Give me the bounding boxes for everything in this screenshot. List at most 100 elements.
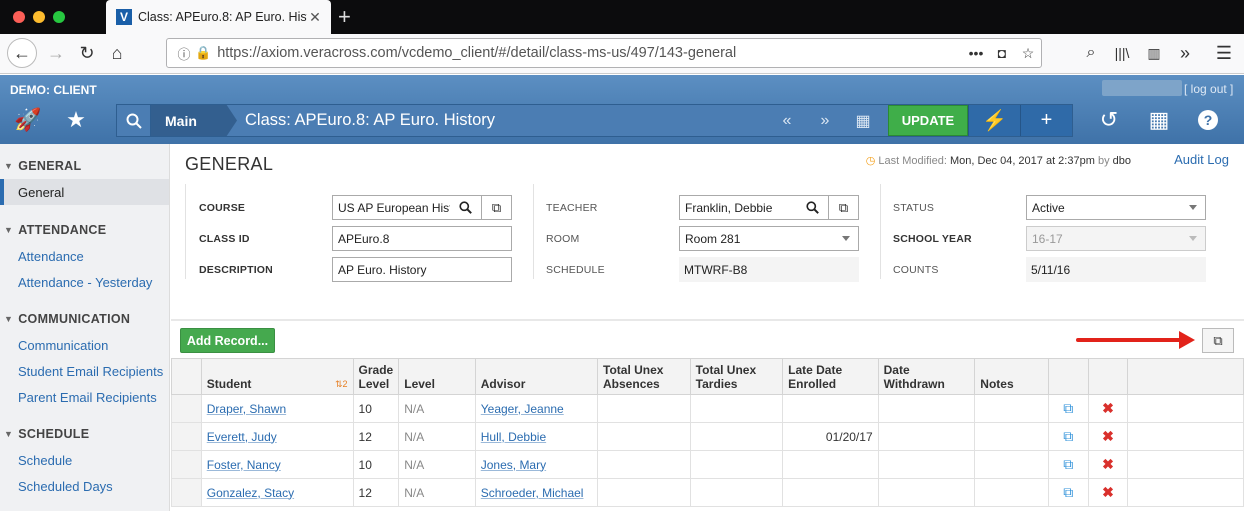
logout-link[interactable]: [ log out ] bbox=[1184, 82, 1233, 96]
sidebar-section-communication[interactable]: ▼ COMMUNICATION bbox=[0, 306, 169, 332]
delete-record-icon[interactable]: ✖ bbox=[1087, 478, 1129, 507]
advisor-link[interactable]: Hull, Debbie bbox=[481, 430, 546, 444]
advisor-link[interactable]: Jones, Mary bbox=[481, 458, 546, 472]
level-cell[interactable]: N/A bbox=[398, 394, 476, 423]
add-record-button[interactable]: Add Record... bbox=[180, 328, 275, 353]
breadcrumb-main[interactable]: Main bbox=[151, 105, 237, 136]
forward-arrow-icon[interactable]: → bbox=[42, 39, 70, 67]
popout-grid-icon[interactable]: ⧉ bbox=[1202, 328, 1234, 353]
withdrawn-cell[interactable] bbox=[877, 450, 976, 479]
column-header-notes[interactable]: Notes bbox=[974, 358, 1049, 395]
level-cell[interactable]: N/A bbox=[398, 422, 476, 451]
rocket-icon[interactable]: 🚀 bbox=[10, 105, 46, 135]
history-icon[interactable]: ↺ bbox=[1091, 105, 1127, 135]
bookmark-star-icon[interactable]: ☆ bbox=[1015, 45, 1041, 62]
zoom-window-button[interactable] bbox=[53, 11, 65, 23]
open-record-icon[interactable]: ⧉ bbox=[1047, 450, 1089, 479]
sidebar-item-communication[interactable]: Communication bbox=[0, 332, 169, 358]
sidebar-item-student-email-recipients[interactable]: Student Email Recipients bbox=[0, 358, 169, 384]
description-field[interactable]: AP Euro. History bbox=[332, 257, 512, 282]
overflow-chevron-icon[interactable]: » bbox=[1171, 39, 1199, 67]
column-header-total-unex-tardies[interactable]: Total Unex Tardies bbox=[689, 358, 784, 395]
menu-icon[interactable]: ☰ bbox=[1210, 39, 1238, 67]
new-tab-icon[interactable]: + bbox=[338, 4, 351, 30]
row-stub[interactable] bbox=[171, 450, 202, 479]
sidebar-section-general[interactable]: ▼ GENERAL bbox=[0, 153, 169, 179]
open-record-icon[interactable]: ⧉ bbox=[1047, 394, 1089, 423]
open-record-icon[interactable]: ⧉ bbox=[1047, 478, 1089, 507]
add-plus-icon[interactable]: + bbox=[1020, 105, 1072, 136]
withdrawn-cell[interactable] bbox=[877, 394, 976, 423]
column-header-total-unex-absences[interactable]: Total Unex Absences bbox=[597, 358, 691, 395]
sidebar-item-parent-email-recipients[interactable]: Parent Email Recipients bbox=[0, 384, 169, 410]
help-icon[interactable]: ? bbox=[1190, 105, 1226, 135]
open-record-icon[interactable]: ⧉ bbox=[1047, 422, 1089, 451]
sidebar-item-general[interactable]: General bbox=[0, 179, 169, 205]
class-id-field[interactable]: APEuro.8 bbox=[332, 226, 512, 251]
next-record-icon[interactable]: » bbox=[806, 112, 844, 130]
sidebar-section-schedule[interactable]: ▼ SCHEDULE bbox=[0, 421, 169, 447]
column-header-late-date-enrolled[interactable]: Late Date Enrolled bbox=[782, 358, 879, 395]
student-cell[interactable]: Draper, Shawn bbox=[200, 394, 354, 423]
advisor-link[interactable]: Yeager, Jeanne bbox=[481, 402, 564, 416]
minimize-window-button[interactable] bbox=[33, 11, 45, 23]
url-text[interactable]: https://axiom.veracross.com/vcdemo_clien… bbox=[217, 45, 963, 61]
advisor-cell[interactable]: Jones, Mary bbox=[474, 450, 599, 479]
close-window-button[interactable] bbox=[13, 11, 25, 23]
withdrawn-cell[interactable] bbox=[877, 478, 976, 507]
advisor-cell[interactable]: Schroeder, Michael bbox=[474, 478, 599, 507]
column-header-student[interactable]: Student ⇅2 bbox=[200, 358, 354, 395]
row-stub[interactable] bbox=[171, 478, 202, 507]
withdrawn-cell[interactable] bbox=[877, 422, 976, 451]
sidebar-section-attendance[interactable]: ▼ ATTENDANCE bbox=[0, 217, 169, 243]
back-arrow-icon[interactable]: ← bbox=[7, 38, 37, 68]
sidebar-item-schedule[interactable]: Schedule bbox=[0, 447, 169, 473]
open-teacher-external-icon[interactable]: ⧉ bbox=[828, 196, 858, 219]
home-icon[interactable]: ⌂ bbox=[103, 39, 131, 67]
student-link[interactable]: Foster, Nancy bbox=[207, 458, 281, 472]
grid-view-icon[interactable]: ▦ bbox=[844, 111, 882, 131]
row-stub[interactable] bbox=[171, 422, 202, 451]
audit-log-link[interactable]: Audit Log bbox=[1174, 152, 1229, 167]
column-header-date-withdrawn[interactable]: Date Withdrawn bbox=[877, 358, 976, 395]
sidebar-item-attendance[interactable]: Attendance bbox=[0, 243, 169, 269]
page-actions-icon[interactable]: ••• bbox=[963, 45, 989, 61]
student-link[interactable]: Gonzalez, Stacy bbox=[207, 486, 294, 500]
notes-cell[interactable] bbox=[974, 478, 1049, 507]
pocket-icon[interactable]: ◘ bbox=[989, 45, 1015, 61]
late-date-cell[interactable] bbox=[782, 450, 879, 479]
library-icon[interactable]: |||\ bbox=[1108, 39, 1136, 67]
previous-record-icon[interactable]: « bbox=[768, 112, 806, 130]
late-date-cell[interactable] bbox=[782, 394, 879, 423]
advisor-link[interactable]: Schroeder, Michael bbox=[481, 486, 584, 500]
student-link[interactable]: Everett, Judy bbox=[207, 430, 277, 444]
late-date-cell[interactable] bbox=[782, 478, 879, 507]
late-date-cell[interactable]: 01/20/17 bbox=[782, 422, 879, 451]
row-stub[interactable] bbox=[171, 394, 202, 423]
sidebar-item-attendance-yesterday[interactable]: Attendance - Yesterday bbox=[0, 269, 169, 295]
level-cell[interactable]: N/A bbox=[398, 450, 476, 479]
open-course-external-icon[interactable]: ⧉ bbox=[481, 196, 511, 219]
column-header-grade-level[interactable]: Grade Level bbox=[352, 358, 400, 395]
delete-record-icon[interactable]: ✖ bbox=[1087, 422, 1129, 451]
student-link[interactable]: Draper, Shawn bbox=[207, 402, 286, 416]
close-tab-icon[interactable]: ✕ bbox=[307, 9, 323, 26]
favorites-star-icon[interactable]: ★ bbox=[58, 105, 94, 135]
course-field[interactable]: US AP European History ⧉ bbox=[332, 195, 512, 220]
column-header-advisor[interactable]: Advisor bbox=[474, 358, 599, 395]
teacher-field[interactable]: Franklin, Debbie ⧉ bbox=[679, 195, 859, 220]
info-icon[interactable]: ⓘ bbox=[173, 44, 195, 63]
sidebar-item-scheduled-days[interactable]: Scheduled Days bbox=[0, 473, 169, 499]
notes-cell[interactable] bbox=[974, 422, 1049, 451]
notes-cell[interactable] bbox=[974, 450, 1049, 479]
update-button[interactable]: UPDATE bbox=[888, 105, 968, 136]
advisor-cell[interactable]: Yeager, Jeanne bbox=[474, 394, 599, 423]
notes-cell[interactable] bbox=[974, 394, 1049, 423]
address-bar[interactable]: ⓘ 🔒 https://axiom.veracross.com/vcdemo_c… bbox=[166, 38, 1042, 68]
reload-icon[interactable]: ↻ bbox=[73, 39, 101, 67]
search-icon[interactable]: ⌕ bbox=[1077, 39, 1105, 67]
student-cell[interactable]: Foster, Nancy bbox=[200, 450, 354, 479]
room-select[interactable]: Room 281 bbox=[679, 226, 859, 251]
column-header-level[interactable]: Level bbox=[398, 358, 476, 395]
quick-actions-bolt-icon[interactable]: ⚡ bbox=[968, 105, 1020, 136]
